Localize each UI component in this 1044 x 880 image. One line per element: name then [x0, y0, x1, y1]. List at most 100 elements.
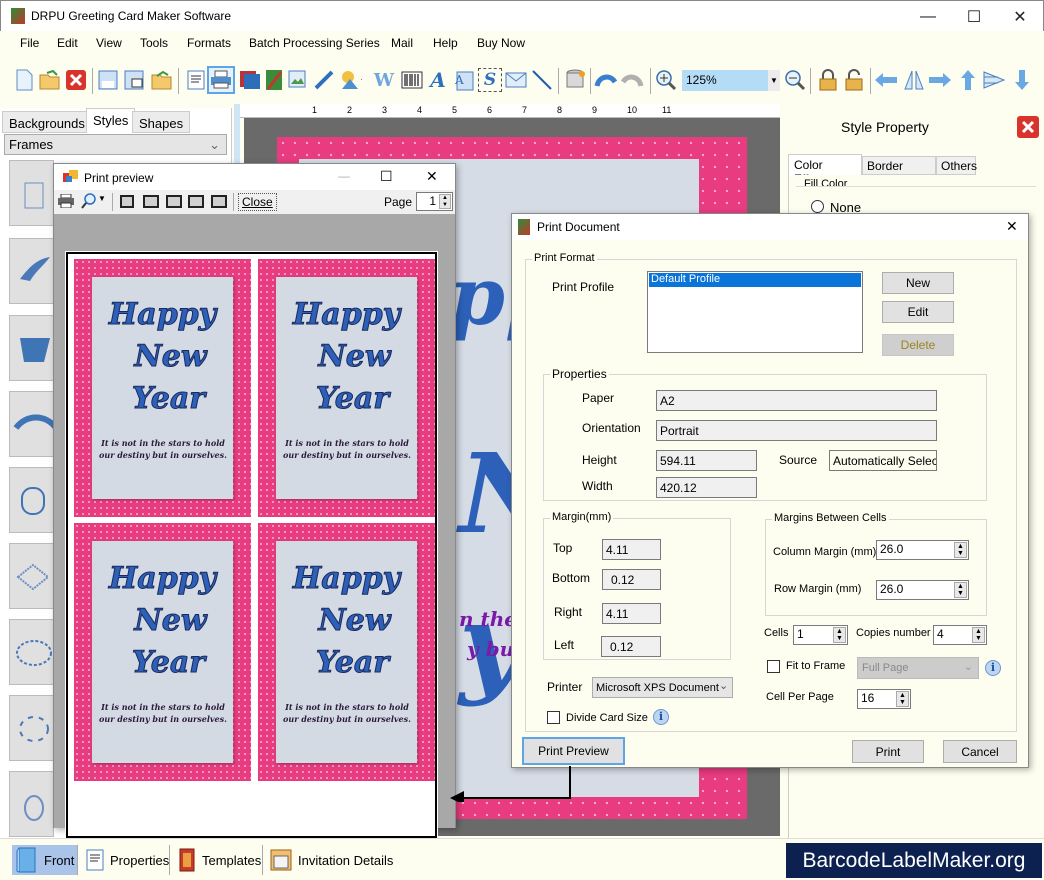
align-icon[interactable] — [982, 68, 1006, 92]
column-margin-spinner[interactable]: 26.0 ▲ ▼ — [876, 540, 969, 560]
menu-tools[interactable]: Tools — [140, 36, 168, 50]
menu-formats[interactable]: Formats — [187, 36, 231, 50]
profile-list-item[interactable]: Default Profile — [649, 273, 861, 287]
text-box-icon[interactable]: A — [452, 68, 476, 92]
six-pages-icon[interactable] — [211, 195, 227, 208]
arrow-right-icon[interactable] — [928, 68, 952, 92]
tab-front[interactable]: Front — [12, 845, 79, 875]
frame-thumbnail[interactable] — [9, 619, 54, 685]
frame-thumbnail[interactable] — [9, 771, 54, 837]
cells-spinner[interactable]: 1 ▲ ▼ — [793, 625, 848, 645]
shapes-icon[interactable] — [338, 68, 362, 92]
style-property-close-button[interactable] — [1017, 116, 1039, 138]
frame-thumbnail[interactable] — [9, 315, 54, 381]
menu-buy-now[interactable]: Buy Now — [477, 36, 525, 50]
tab-shapes[interactable]: Shapes — [132, 111, 191, 133]
lock-icon[interactable] — [816, 68, 840, 92]
zoom-in-icon[interactable] — [654, 68, 678, 92]
minimize-button[interactable]: — — [905, 1, 951, 32]
two-pages-icon[interactable] — [143, 195, 159, 208]
export-icon[interactable] — [150, 68, 174, 92]
mail-icon[interactable] — [504, 68, 528, 92]
one-page-icon[interactable] — [120, 195, 134, 208]
maximize-icon[interactable]: ☐ — [380, 168, 393, 185]
divide-card-checkbox[interactable] — [547, 711, 560, 724]
print-button[interactable]: Print — [852, 740, 924, 763]
cell-per-page-spinner[interactable]: 16 ▲ ▼ — [857, 689, 911, 709]
minimize-icon[interactable]: — — [338, 169, 350, 183]
arrow-down-icon[interactable] — [1010, 68, 1034, 92]
three-pages-icon[interactable] — [166, 195, 182, 208]
database-icon[interactable] — [564, 68, 588, 92]
new-profile-button[interactable]: New — [882, 272, 954, 294]
fit-to-frame-checkbox[interactable] — [767, 660, 780, 673]
tab-border-effect[interactable]: Border Effect — [862, 156, 936, 187]
close-preview-button[interactable]: Close — [238, 193, 277, 211]
text-icon[interactable]: A — [426, 68, 450, 92]
frame-thumbnail[interactable] — [9, 238, 54, 304]
menu-file[interactable]: File — [20, 36, 39, 50]
unlock-icon[interactable] — [842, 68, 866, 92]
undo-icon[interactable] — [594, 68, 618, 92]
zoom-icon[interactable] — [80, 193, 98, 212]
insert-image-icon[interactable] — [286, 68, 310, 92]
maximize-button[interactable]: ☐ — [951, 1, 997, 32]
frame-thumbnail[interactable] — [9, 467, 54, 533]
flip-icon[interactable] — [902, 68, 926, 92]
tab-backgrounds[interactable]: Backgrounds — [2, 111, 92, 133]
zoom-out-icon[interactable] — [783, 68, 807, 92]
frame-thumbnail[interactable] — [9, 543, 54, 609]
copies-spinner[interactable]: 4 ▲ ▼ — [933, 625, 987, 645]
image-edit-icon[interactable] — [262, 68, 286, 92]
barcode-icon[interactable] — [400, 68, 424, 92]
menu-batch-processing[interactable]: Batch Processing Series — [249, 36, 380, 50]
menu-view[interactable]: View — [96, 36, 122, 50]
row-margin-spinner[interactable]: 26.0 ▲ ▼ — [876, 580, 969, 600]
close-doc-icon[interactable] — [64, 68, 88, 92]
new-icon[interactable] — [12, 68, 36, 92]
redo-icon[interactable] — [620, 68, 644, 92]
frame-thumbnail[interactable] — [9, 160, 54, 226]
frame-thumbnail[interactable] — [9, 695, 54, 761]
signature-icon[interactable]: S — [478, 68, 502, 92]
arrow-up-icon[interactable] — [956, 68, 980, 92]
menu-help[interactable]: Help — [433, 36, 458, 50]
tab-templates[interactable]: Templates — [174, 845, 265, 875]
tab-others[interactable]: Others — [936, 156, 977, 175]
chevron-down-icon[interactable]: ▼ — [98, 194, 106, 203]
delete-profile-button[interactable]: Delete — [882, 334, 954, 356]
tab-properties[interactable]: Properties — [82, 845, 173, 875]
tab-styles[interactable]: Styles — [86, 108, 136, 133]
arrow-left-icon[interactable] — [874, 68, 898, 92]
frame-thumbnail[interactable] — [9, 391, 59, 457]
print-icon[interactable] — [58, 193, 74, 211]
cancel-button[interactable]: Cancel — [943, 740, 1017, 763]
menu-mail[interactable]: Mail — [391, 36, 413, 50]
tab-invitation-details[interactable]: Invitation Details — [266, 845, 397, 875]
edit-profile-button[interactable]: Edit — [882, 301, 954, 323]
zoom-select[interactable]: 125% ▼ — [682, 70, 780, 91]
menu-edit[interactable]: Edit — [57, 36, 78, 50]
background-icon[interactable] — [238, 68, 262, 92]
close-window-button[interactable]: ✕ — [997, 1, 1043, 32]
tab-color-effects[interactable]: Color Effects — [788, 154, 862, 186]
printer-select[interactable]: Microsoft XPS Document Writer — [592, 677, 733, 698]
properties-icon[interactable] — [184, 68, 208, 92]
save-icon[interactable] — [96, 68, 120, 92]
fill-none-radio[interactable] — [811, 200, 824, 213]
page-spinner[interactable]: 1 ▲ ▼ — [416, 192, 453, 211]
category-select[interactable]: Frames ⌄ — [4, 134, 227, 155]
profile-list[interactable]: Default Profile — [647, 271, 863, 353]
info-icon[interactable]: i — [985, 660, 1001, 676]
pen-icon[interactable] — [312, 68, 336, 92]
print-icon[interactable] — [207, 66, 235, 94]
info-icon[interactable]: i — [653, 709, 669, 725]
close-icon[interactable]: ✕ — [426, 168, 438, 185]
print-preview-button[interactable]: Print Preview — [522, 737, 625, 765]
word-art-icon[interactable]: W — [372, 68, 396, 92]
four-pages-icon[interactable] — [188, 195, 204, 208]
save-as-icon[interactable] — [122, 68, 146, 92]
close-icon[interactable]: ✕ — [1006, 218, 1018, 235]
line-icon[interactable] — [530, 68, 554, 92]
open-icon[interactable] — [38, 68, 62, 92]
